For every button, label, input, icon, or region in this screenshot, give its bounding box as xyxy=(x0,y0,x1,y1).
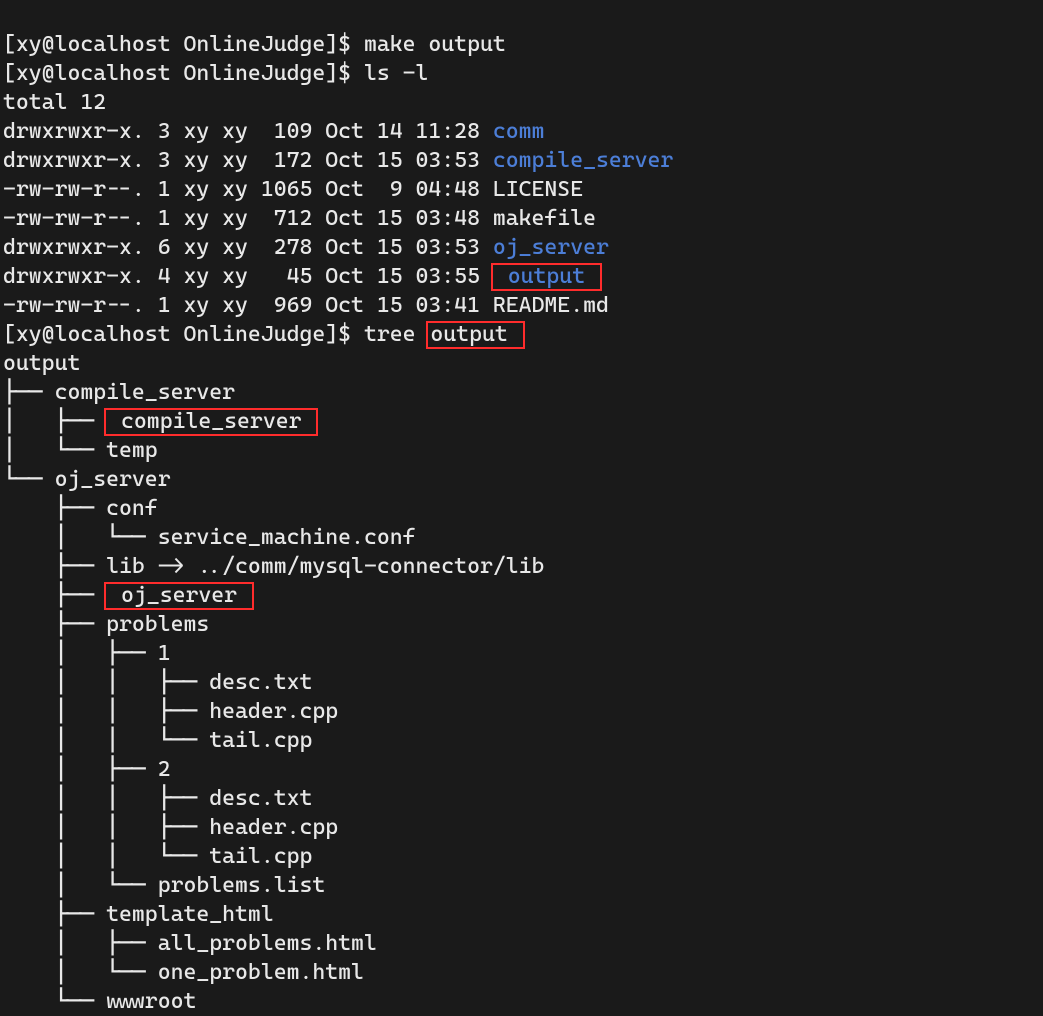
tree-temp: temp xyxy=(106,438,158,463)
prompt-2: [xy@localhost OnlineJudge]$ xyxy=(3,61,364,86)
prompt-1: [xy@localhost OnlineJudge]$ xyxy=(3,32,364,57)
tree-problem-1: 1 xyxy=(158,641,171,666)
ls-name-readme: README.md xyxy=(493,293,609,318)
tree-problem-2: 2 xyxy=(158,757,171,782)
cmd-tree-a: tree xyxy=(364,322,428,347)
tree-line: │ └── xyxy=(3,525,158,550)
ls-total: total 12 xyxy=(3,90,106,115)
ls-row: -rw-rw-r--. xyxy=(3,293,145,318)
ls-name-compile-server: compile_server xyxy=(493,148,673,173)
tree-p2-desc: desc.txt xyxy=(209,786,312,811)
tree-p1-tail: tail.cpp xyxy=(209,728,312,753)
tree-service-machine-conf: service_machine.conf xyxy=(158,525,416,550)
tree-line: │ └── xyxy=(3,960,158,985)
ls-row: drwxrwxr-x. xyxy=(3,148,145,173)
tree-p1-header: header.cpp xyxy=(209,699,338,724)
ls-name-comm: comm xyxy=(493,119,545,144)
cmd-ls-l: ls -l xyxy=(364,61,428,86)
tree-line: │ │ ├── xyxy=(3,786,209,811)
tree-line: │ └── xyxy=(3,873,158,898)
tree-problems-list: problems.list xyxy=(158,873,326,898)
tree-compile-server-dir: compile_server xyxy=(55,380,235,405)
tree-one-problem-html: one_problem.html xyxy=(158,960,364,985)
tree-line: ├── xyxy=(3,496,106,521)
tree-compile-server-bin: compile_server xyxy=(104,408,318,436)
tree-conf: conf xyxy=(106,496,158,521)
ls-name-oj-server: oj_server xyxy=(493,235,609,260)
tree-line: ├── xyxy=(3,554,106,579)
tree-line: ├── xyxy=(3,612,106,637)
tree-line: │ ├── xyxy=(3,757,158,782)
tree-line: │ ├── xyxy=(3,641,158,666)
tree-wwwroot: wwwroot xyxy=(106,989,196,1014)
cmd-tree-arg-output: output xyxy=(426,321,524,349)
cmd-make-output: make output xyxy=(364,32,506,57)
tree-p2-header: header.cpp xyxy=(209,815,338,840)
terminal[interactable]: [xy@localhost OnlineJudge]$ make output … xyxy=(0,0,1043,1016)
tree-p1-desc: desc.txt xyxy=(209,670,312,695)
tree-oj-server-bin: oj_server xyxy=(104,582,254,610)
tree-oj-server-dir: oj_server xyxy=(55,467,171,492)
tree-line: │ ├── xyxy=(3,409,106,434)
tree-line: ├── xyxy=(3,380,55,405)
tree-line: │ ├── xyxy=(3,931,158,956)
tree-line: │ │ ├── xyxy=(3,815,209,840)
tree-problems: problems xyxy=(106,612,209,637)
tree-p2-tail: tail.cpp xyxy=(209,844,312,869)
ls-name-makefile: makefile xyxy=(493,206,596,231)
ls-row: drwxrwxr-x. xyxy=(3,264,145,289)
tree-line: └── xyxy=(3,467,55,492)
tree-all-problems-html: all_problems.html xyxy=(158,931,377,956)
tree-line: └── xyxy=(3,989,106,1014)
tree-line: │ │ ├── xyxy=(3,670,209,695)
tree-template-html: template_html xyxy=(106,902,274,927)
tree-line: ├── xyxy=(3,902,106,927)
ls-row: drwxrwxr-x. xyxy=(3,235,145,260)
tree-line: ├── xyxy=(3,583,106,608)
tree-line: │ └── xyxy=(3,438,106,463)
ls-row: -rw-rw-r--. xyxy=(3,177,145,202)
tree-line: │ │ └── xyxy=(3,844,209,869)
tree-line: │ │ └── xyxy=(3,728,209,753)
tree-lib-symlink: lib -> ../comm/mysql-connector/lib xyxy=(106,554,544,579)
tree-line: │ │ ├── xyxy=(3,699,209,724)
ls-row: drwxrwxr-x. xyxy=(3,119,145,144)
ls-name-license: LICENSE xyxy=(493,177,583,202)
prompt-3: [xy@localhost OnlineJudge]$ xyxy=(3,322,364,347)
tree-root: output xyxy=(3,351,80,376)
ls-row: -rw-rw-r--. xyxy=(3,206,145,231)
ls-name-output: output xyxy=(491,263,602,291)
